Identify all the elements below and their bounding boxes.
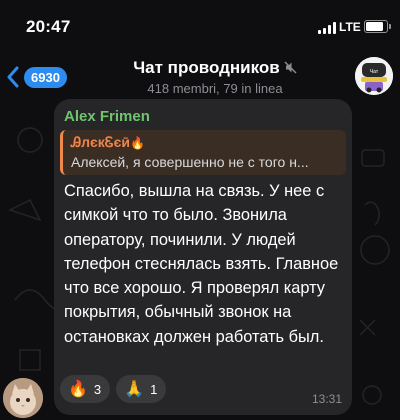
- chat-title-area[interactable]: Чат проводников 418 membri, 79 in linea: [110, 58, 320, 96]
- reaction-count: 1: [150, 381, 158, 397]
- group-avatar-image: Чат: [355, 57, 393, 95]
- group-avatar[interactable]: Чат: [355, 57, 393, 95]
- reaction-count: 3: [93, 381, 102, 397]
- fire-emoji-icon: 🔥: [68, 381, 88, 398]
- reply-text: Алексей, я совершенно не с того н...: [71, 154, 309, 170]
- back-button[interactable]: 6930: [6, 62, 67, 92]
- message-time: 13:31: [311, 392, 342, 406]
- back-chevron-icon: [7, 66, 19, 88]
- reply-author: ᎯлєкᏋєӣ🔥: [71, 134, 145, 151]
- pray-emoji-icon: 🙏: [124, 381, 145, 398]
- chat-subtitle: 418 membri, 79 in linea: [147, 81, 283, 96]
- svg-text:Чат: Чат: [370, 69, 379, 75]
- network-type: LTE: [339, 20, 361, 34]
- reply-author-name: ᎯлєкᏋєӣ: [71, 134, 130, 150]
- sender-avatar[interactable]: [3, 378, 43, 418]
- chat-header: 6930 Чат проводников 418 membri, 79 in l…: [0, 52, 400, 102]
- status-time: 20:47: [26, 17, 71, 36]
- status-bar: 20:47 LTE: [0, 0, 400, 52]
- mute-icon: [284, 61, 297, 74]
- message-text: Спасибо, вышла на связь. У нее с симкой …: [64, 182, 339, 346]
- signal-icon: [318, 22, 336, 34]
- reaction-pray[interactable]: 🙏 1: [116, 375, 167, 403]
- chat-title: Чат проводников: [133, 58, 280, 77]
- message-bubble[interactable]: Alex Frimen ᎯлєкᏋєӣ🔥 Алексей, я совершен…: [54, 99, 352, 415]
- battery-icon: [364, 20, 391, 33]
- cat-avatar-image: [3, 378, 43, 418]
- reply-quote[interactable]: ᎯлєкᏋєӣ🔥 Алексей, я совершенно не с того…: [60, 130, 346, 175]
- unread-count-badge: 6930: [24, 66, 67, 88]
- reply-author-emoji: 🔥: [129, 136, 145, 150]
- reactions-bar: 🔥 3 🙏 1: [60, 375, 167, 405]
- reaction-fire[interactable]: 🔥 3: [60, 375, 111, 403]
- sender-name[interactable]: Alex Frimen: [64, 108, 150, 125]
